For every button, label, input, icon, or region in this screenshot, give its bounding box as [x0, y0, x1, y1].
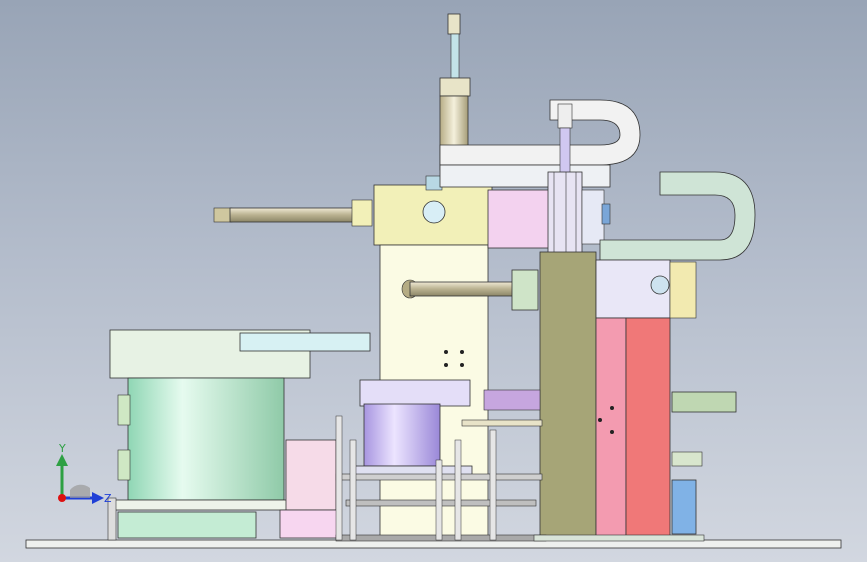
bottom-sled — [533, 534, 705, 542]
right-blue-block — [671, 479, 697, 535]
right-small-block — [671, 451, 703, 467]
triad-z-label: Z — [104, 492, 112, 505]
main-column — [373, 175, 553, 538]
gantry-arm-upper — [439, 99, 641, 188]
pink-panel-left — [285, 439, 337, 511]
triad-y-label: Y — [58, 442, 66, 455]
cad-viewport[interactable]: Y Z — [0, 0, 867, 562]
assembly-model[interactable]: Y Z — [0, 0, 867, 562]
gantry-arm-lower — [599, 171, 756, 261]
coordinate-triad: Y Z — [56, 442, 112, 505]
pink-panel-low — [279, 509, 341, 539]
horizontal-cylinder-upper — [213, 199, 373, 227]
right-slide-plate — [671, 391, 737, 413]
